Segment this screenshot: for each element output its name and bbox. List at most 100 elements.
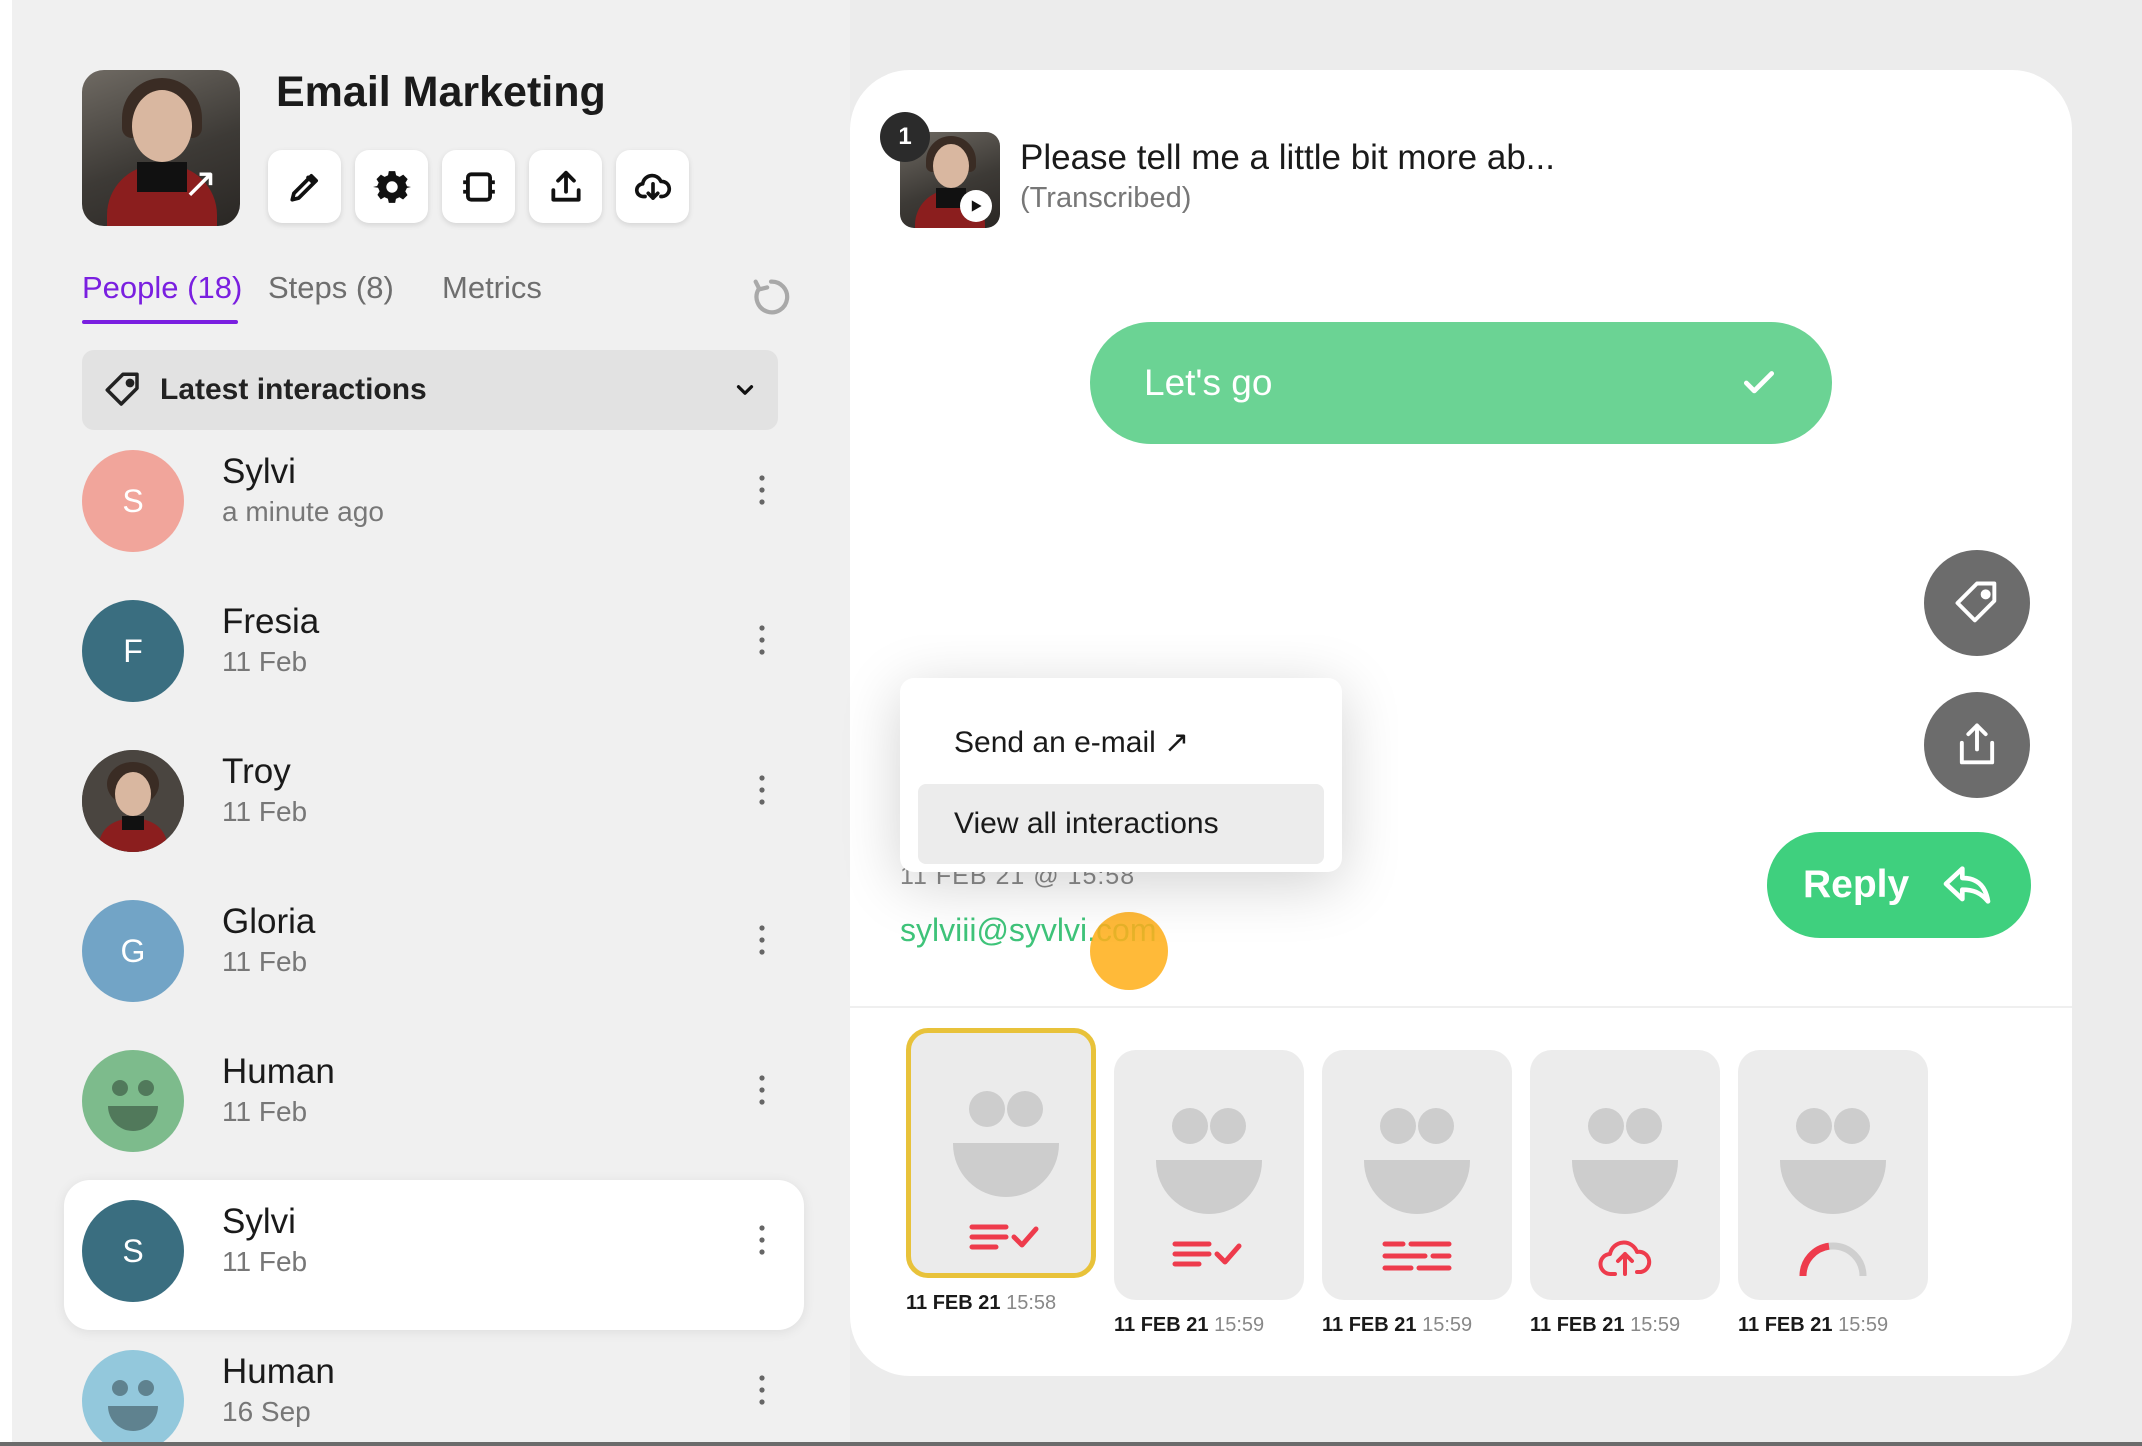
response-thumbnail[interactable] bbox=[1738, 1050, 1928, 1300]
response-timestamp: 11 FEB 21 15:59 bbox=[1738, 1314, 1928, 1337]
placeholder-mouth bbox=[1364, 1160, 1470, 1214]
more-options-icon[interactable] bbox=[756, 470, 768, 510]
project-toolbar bbox=[268, 150, 689, 223]
person-last-seen: a minute ago bbox=[222, 496, 384, 527]
upload-button[interactable] bbox=[529, 150, 602, 223]
response-thumbnail[interactable] bbox=[1530, 1050, 1720, 1300]
response-timestamp: 11 FEB 21 15:59 bbox=[1114, 1314, 1304, 1337]
active-tab-indicator bbox=[82, 320, 238, 324]
person-last-seen: 11 Feb bbox=[222, 796, 308, 827]
person-name: Fresia bbox=[222, 602, 320, 641]
reply-arrow-icon bbox=[1943, 866, 1991, 904]
thumbnail-face bbox=[132, 90, 192, 162]
person-name: Troy bbox=[222, 752, 291, 791]
more-options-icon[interactable] bbox=[756, 1220, 768, 1260]
panel-tabs: People (18) Steps (8) Metrics bbox=[82, 270, 802, 330]
person-row[interactable]: Troy 11 Feb bbox=[64, 730, 804, 880]
view-all-interactions-menu-item[interactable]: View all interactions bbox=[918, 784, 1324, 864]
response-card[interactable]: 11 FEB 21 15:59 bbox=[1530, 1050, 1720, 1337]
response-timestamp: 11 FEB 21 15:59 bbox=[1322, 1314, 1512, 1337]
more-options-icon[interactable] bbox=[756, 770, 768, 810]
person-row[interactable]: Human 11 Feb bbox=[64, 1030, 804, 1180]
share-icon bbox=[1959, 723, 1995, 765]
response-card[interactable]: 11 FEB 21 15:59 bbox=[1114, 1050, 1304, 1337]
send-email-menu-item[interactable]: Send an e-mail ↗ bbox=[918, 702, 1324, 782]
cursor-indicator bbox=[1090, 912, 1168, 990]
download-button[interactable] bbox=[616, 150, 689, 223]
question-transcribed-label: (Transcribed) bbox=[1020, 182, 1192, 214]
settings-button[interactable] bbox=[355, 150, 428, 223]
reply-button[interactable]: Reply bbox=[1767, 832, 2031, 938]
people-list: S Sylvi a minute ago F Fresia 11 Feb Troy 11 Fe… bbox=[64, 430, 804, 1442]
person-row[interactable]: S Sylvi 11 Feb bbox=[64, 1180, 804, 1330]
person-last-seen: 11 Feb bbox=[222, 946, 308, 977]
response-thumbnail[interactable] bbox=[906, 1028, 1096, 1278]
smiley-avatar-icon bbox=[108, 1380, 158, 1431]
person-name: Human bbox=[222, 1352, 335, 1391]
placeholder-eye bbox=[969, 1091, 1005, 1127]
interaction-card: 1 Please tell me a little bit more ab...… bbox=[850, 70, 2072, 1376]
placeholder-eye bbox=[1172, 1108, 1208, 1144]
text-lines-icon bbox=[1382, 1241, 1452, 1271]
response-card[interactable]: 11 FEB 21 15:59 bbox=[1738, 1050, 1928, 1337]
answer-bubble: Let's go bbox=[1090, 322, 1832, 444]
avatar-photo bbox=[82, 750, 184, 852]
person-row[interactable]: S Sylvi a minute ago bbox=[64, 430, 804, 580]
avatar bbox=[82, 1350, 184, 1442]
reply-label: Reply bbox=[1803, 863, 1910, 906]
open-external-arrow-icon: ↗ bbox=[182, 158, 218, 207]
avatar: F bbox=[82, 600, 184, 702]
project-title: Email Marketing bbox=[276, 68, 606, 116]
tab-metrics[interactable]: Metrics bbox=[442, 270, 542, 306]
person-name: Human bbox=[222, 1052, 335, 1091]
thumbnail-scarf bbox=[137, 162, 187, 192]
placeholder-eye bbox=[1380, 1108, 1416, 1144]
card-divider bbox=[850, 1006, 2072, 1008]
chevron-down-icon bbox=[736, 385, 754, 395]
more-options-icon[interactable] bbox=[756, 620, 768, 660]
placeholder-mouth bbox=[953, 1143, 1059, 1197]
edit-button[interactable] bbox=[268, 150, 341, 223]
tab-steps[interactable]: Steps (8) bbox=[268, 270, 394, 306]
response-date: 11 FEB 21 bbox=[1322, 1314, 1417, 1336]
filter-dropdown[interactable]: Latest interactions bbox=[82, 350, 778, 430]
person-row[interactable]: G Gloria 11 Feb bbox=[64, 880, 804, 1030]
response-date: 11 FEB 21 bbox=[1738, 1314, 1833, 1336]
trim-button[interactable] bbox=[442, 150, 515, 223]
filter-label: Latest interactions bbox=[160, 373, 427, 406]
text-check-icon bbox=[1172, 1241, 1242, 1267]
response-timestamp: 11 FEB 21 15:59 bbox=[1530, 1314, 1720, 1337]
text-check-icon bbox=[969, 1224, 1039, 1250]
question-text[interactable]: Please tell me a little bit more ab... bbox=[1020, 138, 1555, 178]
video-face bbox=[933, 144, 969, 188]
response-time: 15:59 bbox=[1422, 1314, 1473, 1336]
upload-icon bbox=[550, 170, 581, 202]
share-button[interactable] bbox=[1924, 692, 2030, 798]
tag-icon bbox=[105, 372, 139, 406]
refresh-icon[interactable] bbox=[748, 274, 794, 320]
person-last-seen: 11 Feb bbox=[222, 1246, 308, 1277]
more-options-icon[interactable] bbox=[756, 920, 768, 960]
person-name: Gloria bbox=[222, 902, 316, 941]
tab-people[interactable]: People (18) bbox=[82, 270, 242, 306]
response-thumbnail[interactable] bbox=[1322, 1050, 1512, 1300]
response-time: 15:59 bbox=[1838, 1314, 1889, 1336]
play-icon[interactable] bbox=[960, 190, 992, 222]
response-date: 11 FEB 21 bbox=[1114, 1314, 1209, 1336]
avatar: G bbox=[82, 900, 184, 1002]
avatar-initial: G bbox=[120, 932, 146, 969]
response-thumbnail[interactable] bbox=[1114, 1050, 1304, 1300]
trim-icon bbox=[462, 171, 495, 202]
more-options-icon[interactable] bbox=[756, 1370, 768, 1410]
person-row[interactable]: F Fresia 11 Feb bbox=[64, 580, 804, 730]
play-triangle-icon bbox=[971, 200, 982, 212]
person-row[interactable]: Human 16 Sep bbox=[64, 1330, 804, 1442]
placeholder-mouth bbox=[1572, 1160, 1678, 1214]
tag-button[interactable] bbox=[1924, 550, 2030, 656]
avatar bbox=[82, 750, 184, 852]
project-thumbnail[interactable]: ↗ bbox=[82, 70, 240, 226]
response-card[interactable]: 11 FEB 21 15:59 bbox=[1322, 1050, 1512, 1337]
more-options-icon[interactable] bbox=[756, 1070, 768, 1110]
placeholder-eye bbox=[1210, 1108, 1246, 1144]
response-card[interactable]: 11 FEB 21 15:58 bbox=[906, 1028, 1096, 1315]
